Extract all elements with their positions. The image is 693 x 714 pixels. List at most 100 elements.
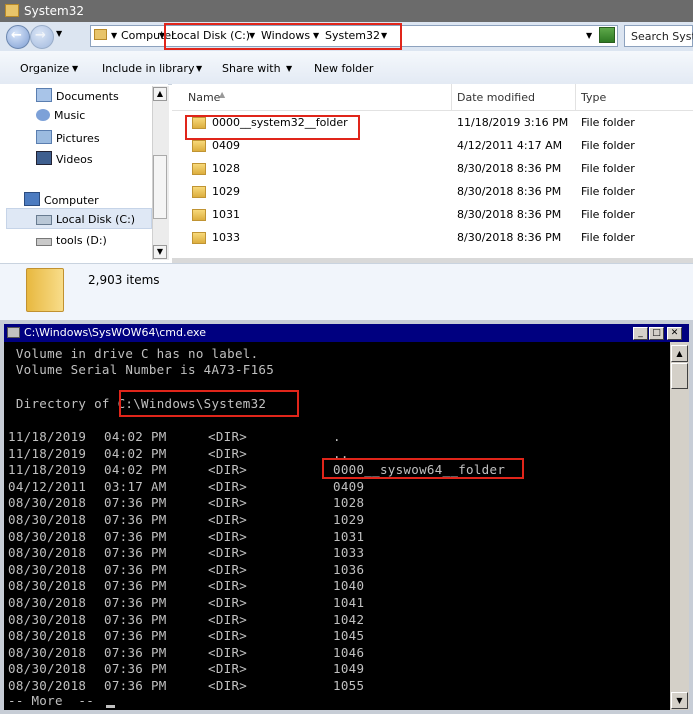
console-tag: <DIR> <box>208 611 248 627</box>
console-tag: <DIR> <box>208 545 248 561</box>
sort-ascending-icon: ▲ <box>219 90 226 99</box>
chevron-down-icon[interactable]: ▼ <box>111 31 117 40</box>
console-time: 07:36 PM <box>104 545 167 561</box>
nav-item-label: Computer <box>44 194 99 207</box>
new-folder-button[interactable]: New folder <box>314 62 373 75</box>
nav-item-music[interactable]: Music <box>36 109 85 122</box>
column-divider[interactable] <box>451 84 452 110</box>
include-in-library-button[interactable]: Include in library <box>102 62 194 75</box>
search-placeholder: Search Syste <box>631 30 693 43</box>
console-time: 07:36 PM <box>104 611 167 627</box>
nav-item-computer[interactable]: Computer <box>24 192 99 207</box>
back-button[interactable]: ← <box>6 25 30 49</box>
file-type: File folder <box>581 185 635 198</box>
column-header-name[interactable]: Name <box>188 91 220 104</box>
console-name: 1031 <box>333 528 365 544</box>
console-time: 07:36 PM <box>104 678 167 693</box>
console-date: 08/30/2018 <box>8 678 87 693</box>
file-type: File folder <box>581 139 635 152</box>
console-name: 1055 <box>333 678 365 693</box>
console-time: 04:02 PM <box>104 462 167 478</box>
address-dropdown-icon[interactable]: ▼ <box>586 31 592 40</box>
column-header-date[interactable]: Date modified <box>457 91 535 104</box>
nav-item-local-disk[interactable]: Local Disk (C:) <box>36 213 135 226</box>
console-time: 07:36 PM <box>104 512 167 527</box>
console-time: 07:36 PM <box>104 661 167 677</box>
file-type: File folder <box>581 116 635 129</box>
nav-item-videos[interactable]: Videos <box>36 151 93 166</box>
file-date: 8/30/2018 8:36 PM <box>457 162 562 175</box>
console-date: 08/30/2018 <box>8 644 87 660</box>
nav-item-label: Music <box>54 109 86 122</box>
nav-scroll-thumb[interactable] <box>153 155 167 219</box>
console-date: 08/30/2018 <box>8 528 87 544</box>
console-name: 1029 <box>333 512 365 527</box>
music-icon <box>36 109 50 121</box>
nav-item-documents[interactable]: Documents <box>36 88 119 103</box>
console-time: 04:02 PM <box>104 429 167 444</box>
computer-icon <box>24 192 40 206</box>
nav-item-label: tools (D:) <box>56 234 107 247</box>
console-name: . <box>333 429 341 444</box>
console-name: 1040 <box>333 578 365 594</box>
file-name: 1029 <box>212 185 240 198</box>
forward-button[interactable]: → <box>30 25 54 49</box>
nav-item-label: Documents <box>56 90 119 103</box>
console-date: 11/18/2019 <box>8 429 87 444</box>
file-name: 0409 <box>212 139 240 152</box>
scroll-down-icon[interactable]: ▼ <box>153 245 167 259</box>
directory-label: Directory of <box>8 396 118 411</box>
scroll-down-icon[interactable]: ▼ <box>671 692 688 709</box>
console-name: 1036 <box>333 561 365 577</box>
maximize-button[interactable]: □ <box>649 327 664 340</box>
scroll-up-icon[interactable]: ▲ <box>153 87 167 101</box>
cmd-scroll-thumb[interactable] <box>671 363 688 389</box>
videos-icon <box>36 151 52 165</box>
column-header-type[interactable]: Type <box>581 91 606 104</box>
console-date: 11/18/2019 <box>8 445 87 461</box>
console-name: 1045 <box>333 628 365 644</box>
explorer-title: System32 <box>24 4 85 18</box>
console-tag: <DIR> <box>208 478 248 494</box>
organize-button[interactable]: Organize <box>20 62 69 75</box>
scroll-up-icon[interactable]: ▲ <box>671 345 688 362</box>
refresh-icon[interactable] <box>599 27 615 43</box>
console-tag: <DIR> <box>208 561 248 577</box>
file-date: 8/30/2018 8:36 PM <box>457 208 562 221</box>
nav-item-tools-drive[interactable]: tools (D:) <box>36 234 107 247</box>
close-button[interactable]: ✕ <box>667 327 682 340</box>
console-time: 07:36 PM <box>104 528 167 544</box>
column-divider[interactable] <box>575 84 576 110</box>
drive-icon <box>36 238 52 246</box>
console-tag: <DIR> <box>208 628 248 644</box>
console-serial-line: Volume Serial Number is 4A73-F165 <box>8 362 275 377</box>
cmd-title: C:\Windows\SysWOW64\cmd.exe <box>24 326 206 339</box>
folder-icon <box>26 268 64 312</box>
share-with-button[interactable]: Share with <box>222 62 281 75</box>
cmd-scrollbar[interactable] <box>670 342 689 710</box>
back-arrow-icon: ← <box>11 28 22 43</box>
file-highlight-box <box>185 115 360 140</box>
search-input[interactable]: Search Syste <box>624 25 693 47</box>
file-date: 4/12/2011 4:17 AM <box>457 139 563 152</box>
file-name: 1033 <box>212 231 240 244</box>
console-date: 08/30/2018 <box>8 578 87 594</box>
console-tag: <DIR> <box>208 661 248 677</box>
console-tag: <DIR> <box>208 528 248 544</box>
console-tag: <DIR> <box>208 678 248 693</box>
folder-highlight-box <box>322 458 524 479</box>
list-header <box>172 84 693 111</box>
text-cursor <box>106 705 115 708</box>
chevron-down-icon: ▼ <box>286 64 293 73</box>
console-date: 08/30/2018 <box>8 595 87 610</box>
pictures-icon <box>36 130 52 144</box>
minimize-button[interactable]: _ <box>633 327 648 340</box>
file-date: 8/30/2018 8:36 PM <box>457 231 562 244</box>
folder-icon <box>5 4 19 17</box>
nav-item-pictures[interactable]: Pictures <box>36 130 100 145</box>
console-time: 07:36 PM <box>104 578 167 594</box>
console-tag: <DIR> <box>208 462 248 478</box>
explorer-title-bar: System32 <box>0 0 693 22</box>
history-dropdown-icon[interactable]: ▼ <box>56 29 62 38</box>
console-date: 08/30/2018 <box>8 611 87 627</box>
